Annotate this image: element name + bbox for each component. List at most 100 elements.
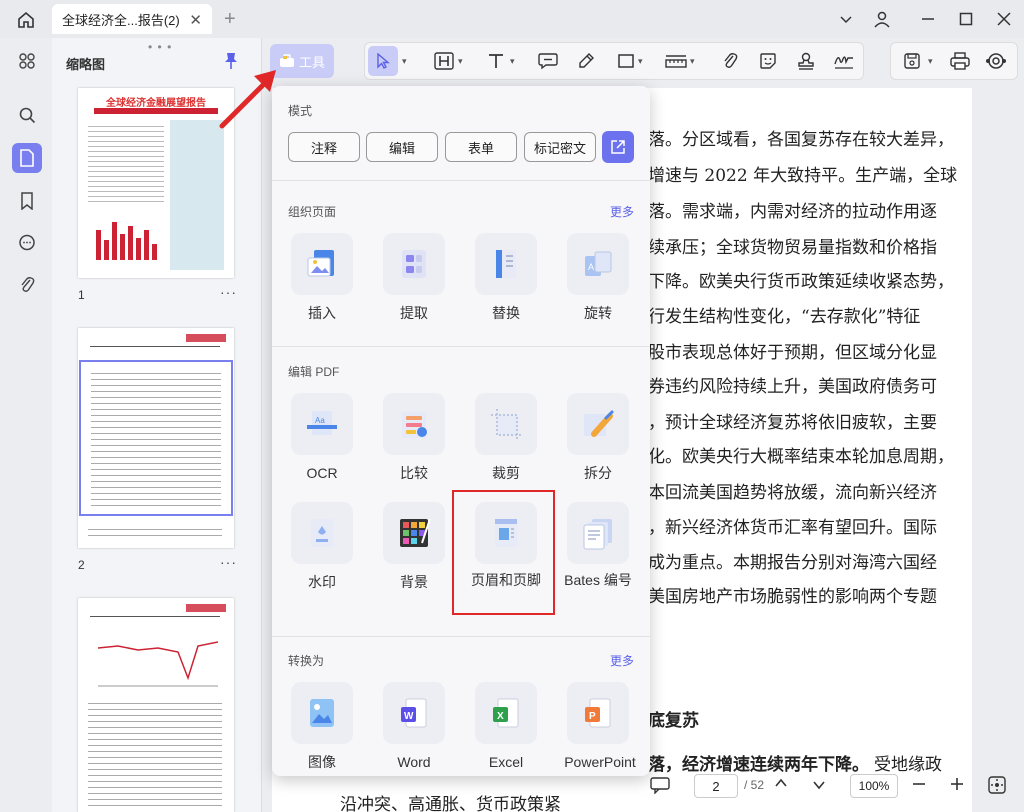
mode-edit-button[interactable]: 编辑	[366, 132, 438, 162]
doc-line: 美国房地产市场脆弱性的影响两个专题	[648, 587, 937, 607]
page-number-input[interactable]: 2	[694, 774, 738, 798]
maximize-icon[interactable]	[954, 8, 978, 30]
doc-line: 券违约风险持续上升，美国政府债务可	[648, 377, 937, 397]
rotate-page-tile[interactable]: A	[567, 233, 629, 295]
rectangle-shape-icon[interactable]	[614, 50, 638, 72]
compare-tile[interactable]	[383, 393, 445, 455]
chevron-down-icon[interactable]: ▾	[928, 56, 933, 67]
divider	[272, 180, 650, 181]
apps-grid-icon[interactable]	[12, 46, 42, 76]
fit-page-icon[interactable]	[988, 776, 1006, 797]
document-tab[interactable]: 全球经济全...报告(2) ✕	[52, 4, 212, 34]
comment-bubble-icon[interactable]	[536, 50, 560, 72]
save-icon[interactable]	[900, 50, 924, 72]
rotate-page-icon: A	[585, 251, 612, 276]
thumb-rule	[90, 346, 220, 347]
bookmark-icon[interactable]	[12, 186, 42, 216]
thumb-bar-chart	[92, 212, 162, 260]
open-in-new-button[interactable]	[602, 131, 634, 163]
ai-assistant-icon[interactable]	[984, 50, 1008, 72]
chevron-down-icon[interactable]	[834, 8, 858, 30]
mode-form-button[interactable]: 表单	[445, 132, 517, 162]
close-tab-icon[interactable]: ✕	[189, 11, 202, 29]
thumb-sidebar-box	[170, 120, 224, 270]
comment-icon[interactable]	[12, 228, 42, 258]
external-link-icon	[611, 140, 625, 154]
thumb-more-button-2[interactable]: ···	[220, 554, 237, 570]
doc-line: 沿冲突、高通胀、货币政策紧	[340, 795, 561, 812]
select-tool-button[interactable]	[368, 46, 398, 76]
doc-line: 化。欧美央行大概率结束本轮加息周期，	[648, 447, 954, 467]
background-tile[interactable]	[383, 502, 445, 564]
chevron-down-icon[interactable]: ▾	[510, 56, 515, 67]
watermark-label: 水印	[308, 574, 336, 590]
search-icon[interactable]	[12, 100, 42, 130]
attachment-icon[interactable]	[718, 50, 742, 72]
comment-panel-icon[interactable]	[650, 776, 670, 797]
extract-page-tile[interactable]	[383, 233, 445, 295]
thumb-banner	[94, 108, 218, 114]
convert-powerpoint-tile[interactable]: P	[567, 682, 629, 744]
organize-section-label: 组织页面	[288, 205, 337, 219]
organize-more-link[interactable]: 更多	[610, 203, 634, 220]
thumb-text-block	[88, 122, 164, 202]
powerpoint-file-icon: P	[585, 698, 611, 728]
mode-annotate-button[interactable]: 注释	[288, 132, 360, 162]
convert-more-link[interactable]: 更多	[610, 652, 634, 669]
doc-line: 成为重点。本期报告分别对海湾六国经	[648, 553, 937, 573]
thumbnail-panel-title: 缩略图	[66, 57, 106, 72]
header-text-icon[interactable]	[432, 50, 456, 72]
watermark-tile[interactable]	[291, 502, 353, 564]
panel-drag-handle[interactable]: • • •	[148, 40, 172, 54]
convert-excel-tile[interactable]: X	[475, 682, 537, 744]
print-icon[interactable]	[948, 50, 972, 72]
attachment-icon[interactable]	[12, 270, 42, 300]
thumb-more-button-1[interactable]: ···	[220, 284, 237, 300]
home-icon[interactable]	[14, 8, 38, 32]
highlighter-icon[interactable]	[574, 50, 598, 72]
doc-line: ，预计全球经济复苏将依旧疲软，主要	[648, 413, 937, 433]
image-file-icon	[310, 699, 334, 727]
crop-label: 裁剪	[492, 465, 520, 481]
thumbnails-icon[interactable]	[12, 143, 42, 173]
crop-tile[interactable]	[475, 393, 537, 455]
extract-label: 提取	[400, 305, 428, 321]
ocr-tile[interactable]: Aa	[291, 393, 353, 455]
new-tab-button[interactable]: +	[224, 8, 236, 31]
page-thumbnail-1[interactable]: 全球经济金融展望报告	[78, 88, 234, 278]
page-thumbnail-2[interactable]	[78, 328, 234, 548]
split-tile[interactable]	[567, 393, 629, 455]
window-close-icon[interactable]	[992, 8, 1016, 30]
page-number-1: 1	[78, 288, 85, 302]
convert-image-tile[interactable]	[291, 682, 353, 744]
bates-number-tile[interactable]	[567, 502, 629, 564]
divider	[272, 346, 650, 347]
stamp-icon[interactable]	[794, 50, 818, 72]
page-thumbnail-3[interactable]	[78, 598, 234, 812]
text-tool-icon[interactable]	[484, 50, 508, 72]
compare-icon	[402, 412, 427, 438]
edit-section-label: 编辑 PDF	[288, 365, 340, 379]
zoom-in-icon[interactable]	[950, 777, 964, 794]
sticker-icon[interactable]	[756, 50, 780, 72]
ocr-icon: Aa	[307, 411, 337, 435]
replace-page-icon	[496, 250, 516, 278]
account-icon[interactable]	[870, 8, 894, 30]
mode-redact-button[interactable]: 标记密文	[524, 132, 596, 162]
minimize-icon[interactable]	[916, 8, 940, 30]
chevron-down-icon[interactable]: ▾	[458, 56, 463, 67]
convert-word-tile[interactable]: W	[383, 682, 445, 744]
signature-icon[interactable]	[832, 50, 856, 72]
chevron-down-icon[interactable]: ▾	[690, 56, 695, 67]
thumb-heading: 全球经济金融展望报告	[106, 98, 206, 109]
insert-page-tile[interactable]	[291, 233, 353, 295]
zoom-out-icon[interactable]	[912, 777, 926, 794]
zoom-level-field[interactable]: 100%	[850, 774, 898, 798]
replace-page-tile[interactable]	[475, 233, 537, 295]
next-page-icon[interactable]	[812, 778, 826, 795]
chevron-down-icon[interactable]: ▾	[402, 56, 407, 67]
measure-icon[interactable]	[664, 50, 688, 72]
doc-line: 本回流美国趋势将放缓，流向新兴经济	[648, 483, 937, 503]
previous-page-icon[interactable]	[774, 776, 788, 793]
chevron-down-icon[interactable]: ▾	[638, 56, 643, 67]
